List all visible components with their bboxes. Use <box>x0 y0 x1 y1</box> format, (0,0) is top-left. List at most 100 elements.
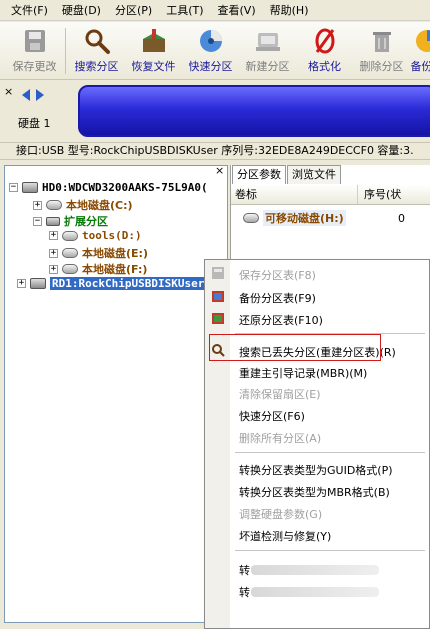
tree-item-label: tools(D:) <box>82 229 142 242</box>
extended-partition-icon <box>46 216 60 226</box>
restore-file-label: 恢复文件 <box>131 60 176 73</box>
tree-item-c[interactable]: + 本地磁盘(C:) <box>33 197 133 213</box>
menu-item-delete-all[interactable]: 删除所有分区(A) <box>239 430 321 446</box>
format-button[interactable]: 格式化 <box>296 22 353 80</box>
save-icon <box>24 30 45 52</box>
save-changes-label: 保存更改 <box>12 60 57 73</box>
tree-item-e[interactable]: + 本地磁盘(E:) <box>49 245 148 261</box>
next-disk-icon[interactable] <box>36 89 44 101</box>
tree-item-extended[interactable]: − 扩展分区 <box>33 213 108 229</box>
tree-item-label: 扩展分区 <box>64 215 108 228</box>
menu-item-backup-table[interactable]: 备份分区表(F9) <box>239 290 316 306</box>
obscured-text <box>251 587 379 597</box>
restore-file-icon <box>142 29 165 52</box>
tree-item-rd1[interactable]: + RD1:RockChipUSBDISKUser <box>17 277 207 290</box>
menu-partition[interactable]: 分区(P) <box>108 0 159 21</box>
tree-item-label: HD0:WDCWD3200AAKS-75L9A0( <box>42 181 208 194</box>
menu-item-convert-obscured-1[interactable]: 转 <box>239 562 250 578</box>
removable-disk-icon <box>243 213 259 223</box>
format-label: 格式化 <box>308 60 341 73</box>
menu-separator <box>235 452 425 453</box>
menu-item-convert-mbr[interactable]: 转换分区表类型为MBR格式(B) <box>239 484 390 500</box>
menu-separator <box>235 550 425 551</box>
column-header-label[interactable]: 卷标 <box>231 185 358 204</box>
save-changes-button[interactable]: 保存更改 <box>6 22 63 80</box>
menu-item-convert-guid[interactable]: 转换分区表类型为GUID格式(P) <box>239 462 393 478</box>
disk-bar-close-icon[interactable]: × <box>4 85 13 98</box>
tab-partition-params[interactable]: 分区参数 <box>232 165 286 184</box>
row-number: 0 <box>398 211 405 225</box>
menu-item-clear-reserved[interactable]: 清除保留扇区(E) <box>239 386 321 402</box>
previous-disk-icon[interactable] <box>22 89 30 101</box>
menu-tools[interactable]: 工具(T) <box>159 0 210 21</box>
partition-icon <box>62 248 78 258</box>
menu-item-rebuild-mbr[interactable]: 重建主引导记录(MBR)(M) <box>239 365 367 381</box>
tree-item-f[interactable]: + 本地磁盘(F:) <box>49 261 147 277</box>
menu-item-convert-obscured-2[interactable]: 转 <box>239 584 250 600</box>
delete-icon <box>372 32 391 52</box>
menu-item-quick-partition[interactable]: 快速分区(F6) <box>239 408 305 424</box>
expand-icon[interactable]: + <box>49 264 58 274</box>
tab-bar: 分区参数 浏览文件 <box>232 165 342 184</box>
new-partition-button[interactable]: 新建分区 <box>239 22 296 80</box>
search-partition-button[interactable]: 搜索分区 <box>68 22 125 80</box>
table-row[interactable]: 可移动磁盘(H:) 0 <box>231 208 430 228</box>
menu-item-adjust-params[interactable]: 调整硬盘参数(G) <box>239 506 322 522</box>
restore-table-icon <box>212 313 224 324</box>
menu-file[interactable]: 文件(F) <box>4 0 55 21</box>
format-icon <box>315 28 334 54</box>
menu-item-restore-table[interactable]: 还原分区表(F10) <box>239 312 323 328</box>
expand-icon[interactable]: + <box>33 200 42 210</box>
tree-item-hd0[interactable]: − HD0:WDCWD3200AAKS-75L9A0( <box>9 181 208 194</box>
obscured-text <box>251 565 379 575</box>
save-table-icon <box>212 267 224 279</box>
disk-info-line: 接口:USB 型号:RockChipUSBDISKUser 序列号:32EDE8… <box>0 142 430 160</box>
row-label: 可移动磁盘(H:) <box>263 210 346 226</box>
tree-item-label: RD1:RockChipUSBDISKUser <box>50 277 207 290</box>
backup-partition-button[interactable]: 备份分 <box>410 22 430 80</box>
backup-table-icon <box>212 291 224 302</box>
tree-item-label: 本地磁盘(C:) <box>66 199 133 212</box>
toolbar: 保存更改 搜索分区 恢复文件 快速分区 新建分区 格式化 删除分区 备份 <box>0 22 430 80</box>
menu-item-save-table[interactable]: 保存分区表(F8) <box>239 267 316 283</box>
toolbar-separator <box>65 28 66 74</box>
search-partition-label: 搜索分区 <box>74 60 119 73</box>
partition-icon <box>62 264 78 274</box>
collapse-icon[interactable]: − <box>9 183 18 192</box>
highlight-box <box>209 334 381 361</box>
menu-help[interactable]: 帮助(H) <box>263 0 316 21</box>
quick-partition-button[interactable]: 快速分区 <box>182 22 239 80</box>
menu-bar: 文件(F) 硬盘(D) 分区(P) 工具(T) 查看(V) 帮助(H) <box>0 0 430 21</box>
expand-icon[interactable]: + <box>49 231 58 240</box>
disk-bar: × 硬盘 1 <box>0 81 430 141</box>
column-header-number[interactable]: 序号(状 <box>358 185 401 204</box>
usb-disk-icon <box>30 278 46 289</box>
restore-file-button[interactable]: 恢复文件 <box>125 22 182 80</box>
menu-item-bad-sector[interactable]: 坏道检测与修复(Y) <box>239 528 331 544</box>
partition-icon <box>62 230 78 241</box>
tree-close-icon[interactable]: × <box>215 164 224 177</box>
disk-label: 硬盘 1 <box>18 117 51 130</box>
backup-partition-label: 备份分 <box>410 60 430 73</box>
tree-item-label: 本地磁盘(E:) <box>82 247 148 260</box>
menu-view[interactable]: 查看(V) <box>211 0 263 21</box>
context-menu: 保存分区表(F8) 备份分区表(F9) 还原分区表(F10) 搜索已丢失分区(重… <box>204 259 430 629</box>
quick-partition-icon <box>199 30 222 52</box>
expand-icon[interactable]: + <box>49 248 58 258</box>
delete-partition-button[interactable]: 删除分区 <box>353 22 410 80</box>
quick-partition-label: 快速分区 <box>188 60 233 73</box>
app-window: 文件(F) 硬盘(D) 分区(P) 工具(T) 查看(V) 帮助(H) 保存更改… <box>0 0 430 629</box>
delete-partition-label: 删除分区 <box>359 60 404 73</box>
menu-disk[interactable]: 硬盘(D) <box>55 0 108 21</box>
new-partition-label: 新建分区 <box>245 60 290 73</box>
list-header: 卷标 序号(状 <box>231 185 430 205</box>
tab-browse-files[interactable]: 浏览文件 <box>287 165 341 184</box>
new-partition-icon <box>255 33 280 51</box>
hard-disk-icon <box>22 182 38 193</box>
collapse-icon[interactable]: − <box>33 216 42 226</box>
backup-icon <box>416 30 430 52</box>
expand-icon[interactable]: + <box>17 279 26 288</box>
partition-map-bar[interactable] <box>78 85 430 137</box>
tree-item-d[interactable]: + tools(D:) <box>49 229 142 242</box>
tree-item-label: 本地磁盘(F:) <box>82 263 148 276</box>
